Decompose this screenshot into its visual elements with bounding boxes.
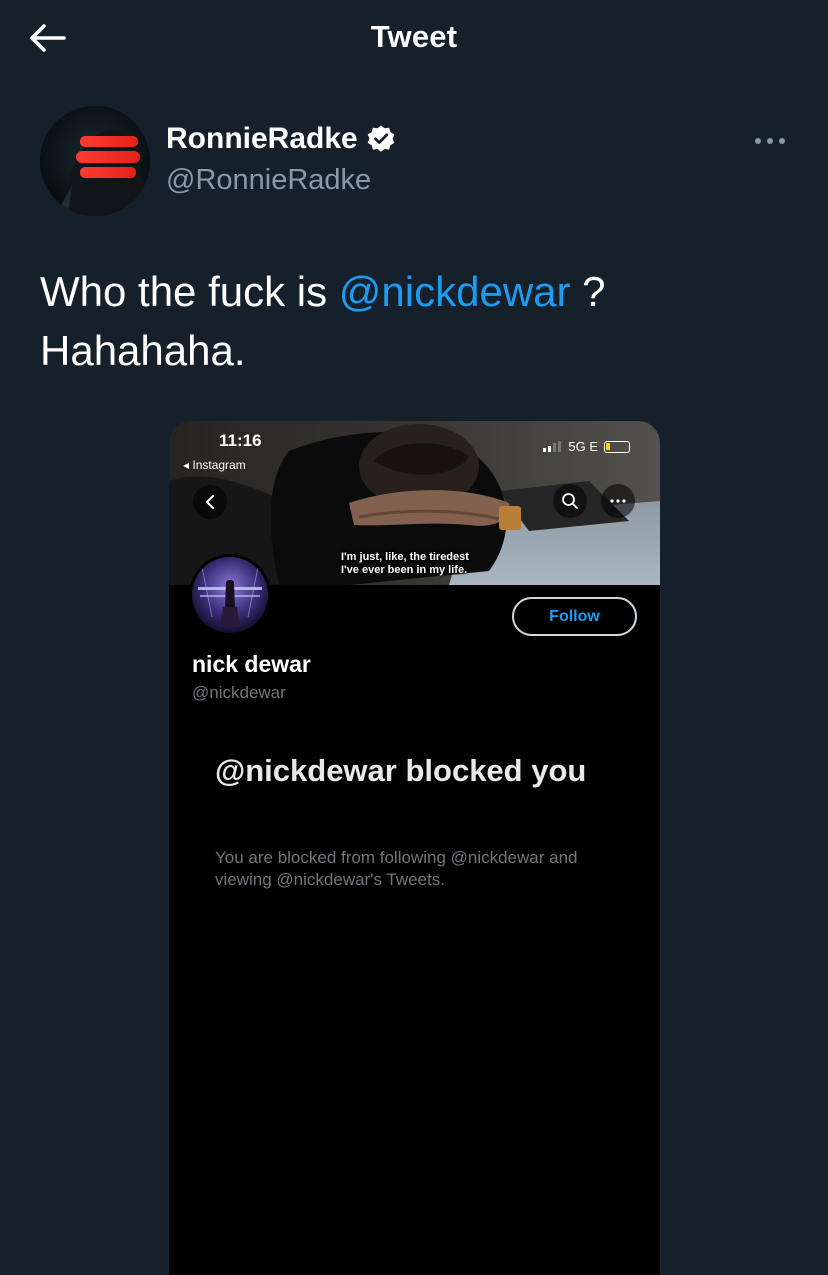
profile-avatar <box>189 554 271 636</box>
mention-link[interactable]: @nickdewar <box>339 268 571 315</box>
banner-caption-line1: I'm just, like, the tiredest <box>341 551 469 563</box>
blocked-title: @nickdewar blocked you <box>215 753 587 788</box>
blocked-description: You are blocked from following @nickdewa… <box>215 848 578 889</box>
profile-avatar-image <box>192 557 268 633</box>
banner-back-button <box>193 485 227 519</box>
network-label: 5G E <box>568 439 598 454</box>
battery-icon <box>604 440 630 453</box>
author-handle[interactable]: @RonnieRadke <box>166 164 371 197</box>
cellular-signal-icon <box>543 441 562 452</box>
author-name-row: RonnieRadke <box>166 122 396 156</box>
status-time: 11:16 <box>219 431 262 450</box>
tweet-text: Who the fuck is @nickdewar ? Hahahaha. <box>40 262 800 380</box>
tweet-media-image[interactable]: 11:16 ◂ Instagram 5G E I'm just, like, t… <box>169 421 660 1275</box>
header: Tweet <box>0 0 828 78</box>
banner-caption-line2: I've ever been in my life. <box>341 564 468 576</box>
more-options-button[interactable] <box>748 124 792 158</box>
tweet-detail-page: Tweet RonnieRadke @RonnieRadke Who the f… <box>0 0 828 1275</box>
follow-button: Follow <box>512 597 637 636</box>
tweet-text-start: Who the fuck is <box>40 268 339 315</box>
profile-handle: @nickdewar <box>192 683 286 702</box>
page-title: Tweet <box>370 19 458 54</box>
more-horizontal-icon <box>610 499 626 503</box>
chevron-left-icon <box>206 495 214 509</box>
author-avatar[interactable] <box>40 106 150 216</box>
verified-badge-icon <box>367 125 395 152</box>
banner-search-button <box>553 484 587 518</box>
avatar-image <box>40 106 150 216</box>
status-back-app: ◂ Instagram <box>183 458 246 472</box>
more-horizontal-icon <box>755 138 785 144</box>
banner-caption: I'm just, like, the tiredest I've ever b… <box>341 551 469 577</box>
banner-more-button <box>601 484 635 518</box>
status-indicators: 5G E <box>543 439 630 454</box>
search-icon <box>562 493 578 509</box>
author-name[interactable]: RonnieRadke <box>166 122 358 156</box>
profile-name: nick dewar <box>192 651 311 677</box>
